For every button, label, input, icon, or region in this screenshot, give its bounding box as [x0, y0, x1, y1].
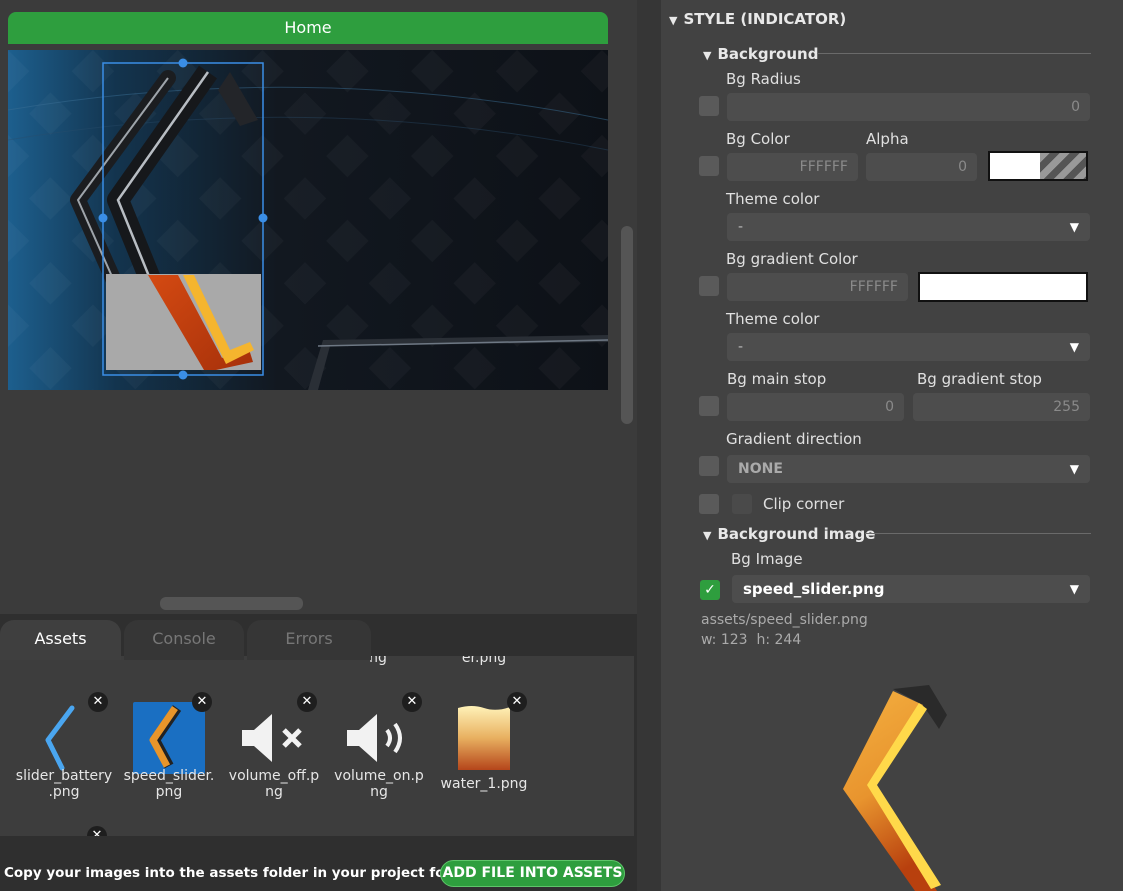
theme-color-select[interactable]: - ▼ [727, 213, 1090, 241]
section-divider [865, 533, 1091, 534]
bg-gradient-stop-label: Bg gradient stop [917, 370, 1042, 388]
image-path: assets/speed_slider.png [701, 612, 868, 628]
volume-on-icon [347, 714, 402, 762]
bg-color-checkbox[interactable] [699, 156, 719, 176]
asset-name: volume_off.p [228, 768, 320, 784]
water-thumbnail [458, 706, 510, 770]
speed-slider-thumbnail [149, 705, 182, 769]
asset-item-water[interactable]: ✕ water_1.png [432, 656, 536, 806]
style-section-header[interactable]: ▼ STYLE (INDICATOR) [669, 10, 846, 28]
gradient-direction-value: NONE [738, 461, 783, 477]
bg-color-input[interactable]: FFFFFF [727, 153, 858, 181]
asset-item-volume-off[interactable]: ✕ volume_off.p ng [222, 656, 326, 806]
transparency-stripes [1040, 153, 1086, 179]
bg-image-value: speed_slider.png [743, 580, 885, 598]
canvas-vertical-scrollbar[interactable] [621, 226, 633, 424]
dropdown-arrow-icon: ▼ [1069, 340, 1079, 354]
bg-image-checkbox[interactable]: ✓ [700, 580, 720, 600]
asset-item-slider-battery[interactable]: ✕ slider_battery .png [12, 656, 116, 806]
dropdown-arrow-icon: ▼ [1069, 582, 1079, 596]
remove-asset-icon[interactable]: ✕ [87, 826, 107, 836]
asset-name: slider_battery [15, 768, 113, 784]
assets-grid: ng er.png ✕ slider_battery .png ✕ speed_… [0, 656, 634, 836]
bottom-panel: ng er.png ✕ slider_battery .png ✕ speed_… [0, 614, 637, 891]
remove-asset-icon[interactable]: ✕ [192, 692, 212, 712]
remove-asset-icon[interactable]: ✕ [297, 692, 317, 712]
image-dimensions: w: 123 h: 244 [701, 632, 802, 648]
alpha-input[interactable]: 0 [866, 153, 977, 181]
bg-image-label: Bg Image [731, 550, 803, 568]
section-divider [817, 53, 1091, 54]
theme-color2-select[interactable]: - ▼ [727, 333, 1090, 361]
bg-gradient-input[interactable]: FFFFFF [727, 273, 908, 301]
asset-name: speed_slider. [123, 768, 215, 784]
asset-name: volume_on.p [334, 768, 424, 784]
assets-hint: Copy your images into the assets folder … [4, 865, 475, 881]
panel-gutter [637, 0, 661, 891]
bg-gradient-stop-input[interactable]: 255 [913, 393, 1090, 421]
bg-radius-input[interactable]: 0 [727, 93, 1090, 121]
theme-color2-label: Theme color [726, 310, 820, 328]
dropdown-arrow-icon: ▼ [1069, 220, 1079, 234]
bg-radius-checkbox[interactable] [699, 96, 719, 116]
remove-asset-icon[interactable]: ✕ [402, 692, 422, 712]
resize-handle-left [98, 213, 108, 223]
dropdown-arrow-icon: ▼ [1069, 462, 1079, 476]
bg-stop-checkbox[interactable] [699, 396, 719, 416]
asset-item-partial[interactable]: ✕ [12, 826, 116, 836]
tab-console[interactable]: Console [124, 620, 244, 660]
slider-battery-thumbnail [45, 705, 75, 771]
clip-corner-checkbox[interactable] [699, 494, 719, 514]
bg-image-select[interactable]: speed_slider.png ▼ [732, 575, 1090, 603]
clip-corner-toggle[interactable] [732, 494, 752, 514]
gradient-direction-checkbox[interactable] [699, 456, 719, 476]
gradient-direction-label: Gradient direction [726, 430, 862, 448]
remove-asset-icon[interactable]: ✕ [88, 692, 108, 712]
bg-image-section-title: Background image [717, 525, 876, 543]
add-file-button[interactable]: ADD FILE INTO ASSETS [440, 860, 625, 887]
resize-handle-right [258, 213, 268, 223]
bg-gradient-label: Bg gradient Color [726, 250, 858, 268]
resize-handle-bottom [178, 370, 188, 380]
tab-assets[interactable]: Assets [0, 620, 121, 660]
bg-image-preview [843, 685, 947, 891]
collapse-triangle-icon[interactable]: ▼ [669, 14, 677, 27]
gradient-direction-select[interactable]: NONE ▼ [727, 455, 1090, 483]
design-canvas[interactable] [8, 50, 608, 390]
tab-errors[interactable]: Errors [247, 620, 371, 660]
bg-main-stop-input[interactable]: 0 [727, 393, 904, 421]
theme-color-value: - [738, 219, 744, 235]
canvas-preview [8, 50, 608, 390]
bg-radius-label: Bg Radius [726, 70, 801, 88]
style-title: STYLE (INDICATOR) [683, 10, 847, 28]
theme-color-label: Theme color [726, 190, 820, 208]
volume-off-icon [242, 714, 302, 762]
bg-image-section-header[interactable]: ▼ Background image [703, 525, 875, 543]
collapse-triangle-icon[interactable]: ▼ [703, 529, 711, 542]
asset-name-ext: .png [48, 784, 80, 800]
theme-color2-value: - [738, 339, 744, 355]
background-section-header[interactable]: ▼ Background [703, 45, 818, 63]
canvas-horizontal-scrollbar[interactable] [160, 597, 303, 610]
background-title: Background [717, 45, 819, 63]
asset-item-volume-on[interactable]: ✕ volume_on.p ng [327, 656, 431, 806]
clip-corner-label: Clip corner [763, 495, 845, 513]
asset-name-ext: png [155, 784, 183, 800]
editor-panel: Home ng er.png ✕ slider_battery .png ✕ s… [0, 0, 637, 891]
asset-name-ext: ng [265, 784, 283, 800]
resize-handle-top [178, 58, 188, 68]
asset-item-speed-slider[interactable]: ✕ speed_slider. png [117, 656, 221, 806]
properties-panel: ▼ STYLE (INDICATOR) ▼ Background Bg Radius… [637, 0, 1123, 891]
alpha-label: Alpha [866, 130, 909, 148]
asset-name-ext: ng [370, 784, 388, 800]
bg-color-swatch[interactable] [988, 151, 1088, 181]
screen-tab-home[interactable]: Home [8, 12, 608, 44]
bg-main-stop-label: Bg main stop [727, 370, 827, 388]
asset-name: water_1.png [440, 776, 528, 792]
bg-gradient-swatch[interactable] [918, 272, 1088, 302]
bg-gradient-checkbox[interactable] [699, 276, 719, 296]
collapse-triangle-icon[interactable]: ▼ [703, 49, 711, 62]
bg-color-label: Bg Color [726, 130, 790, 148]
remove-asset-icon[interactable]: ✕ [507, 692, 527, 712]
